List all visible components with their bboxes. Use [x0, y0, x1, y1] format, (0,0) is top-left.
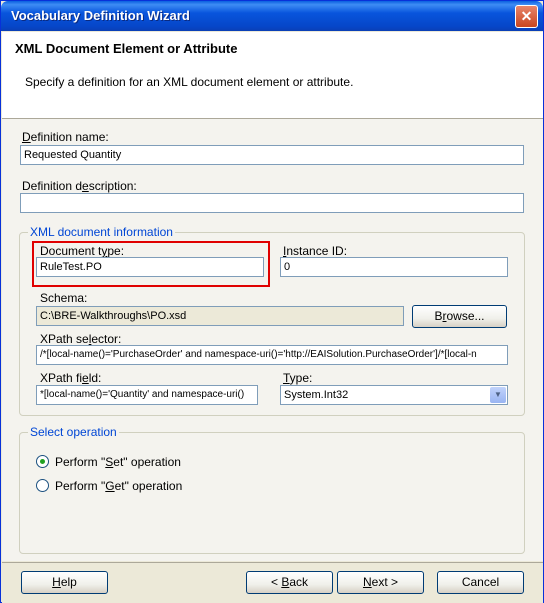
wizard-window: Vocabulary Definition Wizard ✕ XML Docum… — [0, 0, 544, 603]
close-icon[interactable]: ✕ — [515, 5, 538, 28]
chevron-down-icon[interactable]: ▼ — [490, 387, 506, 403]
schema-field[interactable]: C:\BRE-Walkthroughs\PO.xsd — [36, 306, 404, 326]
definition-description-label-start: Definition d — [22, 179, 83, 193]
xpath-selector-field[interactable]: /*[local-name()='PurchaseOrder' and name… — [36, 345, 508, 365]
xpath-selector-label: XPath selector: — [40, 332, 121, 346]
schema-label: Schema: — [40, 291, 88, 305]
next-button[interactable]: Next > — [337, 571, 424, 594]
get-operation-label-end: et" operation — [114, 479, 183, 493]
instance-id-label: Instance ID: — [283, 244, 347, 258]
wizard-header: XML Document Element or Attribute Specif… — [2, 32, 543, 119]
get-operation-label-start: Perform " — [55, 479, 106, 493]
xpath-selector-label-start: XPath se — [40, 332, 89, 346]
help-button-accesskey: H — [52, 575, 61, 589]
definition-name-label: Definition name: — [22, 130, 109, 144]
type-select-value: System.Int32 — [284, 389, 349, 401]
definition-description-field[interactable] — [20, 193, 524, 213]
definition-description-label: Definition description: — [22, 179, 137, 193]
xpath-field-field[interactable]: *[local-name()='Quantity' and namespace-… — [36, 385, 258, 405]
document-type-label-start: Document t — [40, 244, 102, 258]
wizard-content: Definition name: Requested Quantity Defi… — [2, 119, 543, 561]
instance-id-field[interactable]: 0 — [280, 257, 508, 277]
next-button-accesskey: N — [362, 575, 372, 589]
page-description: Specify a definition for an XML document… — [25, 75, 354, 89]
definition-description-label-accesskey: e — [82, 179, 89, 193]
type-select[interactable]: System.Int32 ▼ — [280, 385, 508, 405]
get-operation-radio[interactable] — [36, 479, 49, 492]
xpath-field-label-accesskey: e — [82, 371, 89, 385]
help-button-label: elp — [60, 575, 77, 589]
wizard-footer: Help < Back Next > Cancel — [2, 562, 543, 603]
definition-name-field[interactable]: Requested Quantity — [20, 145, 524, 165]
type-label: Type: — [283, 371, 312, 385]
type-label-text: ype: — [289, 371, 313, 385]
definition-description-label-end: scription: — [88, 179, 137, 193]
browse-button-end: owse... — [446, 309, 485, 323]
browse-button[interactable]: Browse... — [412, 305, 507, 328]
type-label-accesskey: T — [283, 371, 290, 385]
document-type-field[interactable]: RuleTest.PO — [36, 257, 264, 277]
back-button-end: ack — [289, 575, 309, 589]
definition-name-label-accesskey: D — [22, 130, 31, 144]
back-button[interactable]: < Back — [246, 571, 333, 594]
browse-button-start: B — [434, 309, 443, 323]
instance-id-label-text: nstance ID: — [286, 244, 348, 258]
xpath-field-label-start: XPath fi — [40, 371, 83, 385]
definition-name-label-text: efinition name: — [30, 130, 109, 144]
next-button-label: ext > — [371, 575, 399, 589]
set-operation-label[interactable]: Perform "Set" operation — [55, 455, 181, 469]
get-operation-label[interactable]: Perform "Get" operation — [55, 479, 182, 493]
title-bar[interactable]: Vocabulary Definition Wizard ✕ — [1, 1, 543, 31]
xpath-selector-label-end: ector: — [91, 332, 122, 346]
help-button[interactable]: Help — [21, 571, 108, 594]
operation-group-title: Select operation — [28, 425, 119, 439]
set-operation-label-end: et" operation — [113, 455, 181, 469]
xpath-field-label: XPath field: — [40, 371, 101, 385]
page-title: XML Document Element or Attribute — [15, 41, 238, 56]
get-operation-accesskey: G — [105, 479, 115, 493]
operation-group: Select operation — [19, 425, 525, 554]
cancel-button[interactable]: Cancel — [437, 571, 524, 594]
document-type-label: Document type: — [40, 244, 124, 258]
set-operation-radio[interactable] — [36, 455, 49, 468]
window-title: Vocabulary Definition Wizard — [11, 8, 190, 23]
back-button-start: < — [270, 575, 282, 589]
radio-selected-dot — [40, 459, 45, 464]
document-type-label-end: pe: — [107, 244, 125, 258]
xpath-field-label-end: ld: — [88, 371, 102, 385]
xml-info-group-title: XML document information — [28, 225, 175, 239]
set-operation-label-start: Perform " — [55, 455, 106, 469]
